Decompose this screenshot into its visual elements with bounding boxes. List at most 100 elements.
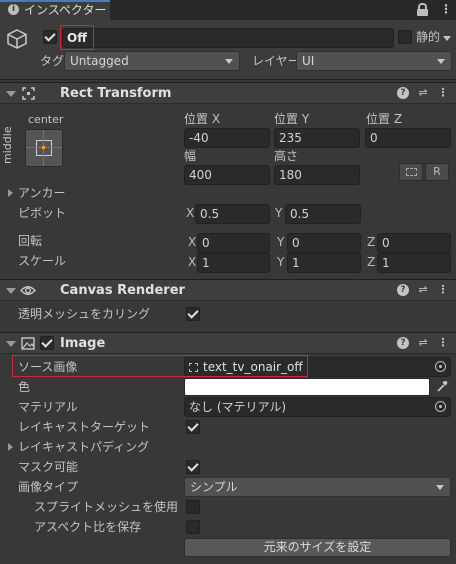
menu-icon[interactable]: ⋮ [437, 284, 449, 296]
tab-title: インスペクター [24, 3, 107, 17]
tab-menu-icon[interactable]: ⋮ [440, 2, 452, 16]
maskable-label: マスク可能 [18, 460, 79, 474]
pivot-x-value: 0.5 [200, 207, 220, 221]
scale-z-field[interactable]: 1 [377, 253, 451, 273]
material-label: マテリアル [18, 400, 78, 414]
cull-transparent-checkbox[interactable] [186, 307, 200, 321]
rect-transform-icon [22, 87, 35, 100]
help-icon[interactable]: ? [397, 337, 409, 349]
raycast-padding-label[interactable]: レイキャストパディング [18, 440, 149, 454]
pivot-y-axis-label: Y [275, 206, 283, 220]
foldout-arrow-icon[interactable] [6, 288, 16, 294]
raycast-target-label: レイキャストターゲット [18, 420, 151, 434]
use-sprite-mesh-checkbox[interactable] [186, 500, 200, 514]
pos-x-label: 位置 X [184, 112, 221, 126]
foldout-arrow-icon[interactable] [6, 341, 16, 347]
image-enabled-checkbox[interactable] [40, 336, 54, 350]
static-checkbox[interactable] [398, 30, 412, 44]
rot-z-axis-label: Z [367, 235, 376, 249]
anchor-presets-button[interactable] [25, 129, 63, 167]
material-value: なし (マテリアル) [189, 400, 287, 414]
highlight-source-image [12, 355, 308, 377]
rect-transform-header[interactable]: Rect Transform ? ⇌ ⋮ [0, 82, 456, 104]
canvas-renderer-header[interactable]: Canvas Renderer ? ⇌ ⋮ [0, 279, 456, 301]
width-value: 400 [189, 168, 212, 182]
set-native-size-label: 元来のサイズを設定 [263, 540, 372, 554]
foldout-arrow-icon[interactable] [6, 91, 16, 97]
scale-y-value: 1 [292, 256, 300, 270]
scale-y-field[interactable]: 1 [287, 253, 361, 273]
raycast-padding-foldout-icon[interactable] [8, 443, 13, 451]
preset-icon[interactable]: ⇌ [417, 337, 429, 349]
highlight-object-name [60, 25, 94, 50]
object-picker-icon[interactable] [435, 361, 446, 372]
tag-dropdown[interactable]: Untagged [64, 51, 240, 71]
menu-icon[interactable]: ⋮ [437, 87, 449, 99]
pivot-x-axis-label: X [186, 206, 195, 220]
anchors-foldout-icon[interactable] [8, 189, 13, 197]
material-field[interactable]: なし (マテリアル) [184, 397, 451, 417]
help-icon[interactable]: ? [397, 87, 409, 99]
maskable-checkbox[interactable] [186, 460, 200, 474]
set-native-size-button[interactable]: 元来のサイズを設定 [184, 538, 451, 557]
pos-x-field[interactable]: -40 [184, 128, 270, 148]
pos-z-field[interactable]: 0 [365, 128, 451, 148]
rect-transform-title: Rect Transform [60, 86, 172, 101]
pivot-y-field[interactable]: 0.5 [285, 204, 361, 224]
menu-icon[interactable]: ⋮ [437, 337, 449, 349]
layer-label: レイヤー [252, 54, 300, 68]
preserve-aspect-checkbox[interactable] [186, 520, 200, 534]
raycast-target-checkbox[interactable] [186, 420, 200, 434]
scale-z-axis-label: Z [367, 255, 376, 269]
static-dropdown-arrow[interactable] [443, 36, 451, 41]
static-label: 静的 [416, 30, 441, 44]
pos-y-field[interactable]: 235 [274, 128, 360, 148]
blueprint-mode-button[interactable] [399, 163, 423, 181]
pos-x-value: -40 [189, 131, 209, 145]
pivot-label: ピボット [18, 206, 67, 220]
help-icon[interactable]: ? [397, 284, 409, 296]
image-type-value: シンプル [190, 480, 238, 494]
cull-transparent-label: 透明メッシュをカリング [18, 307, 151, 321]
chevron-down-icon [436, 485, 444, 490]
layer-value: UI [302, 54, 315, 68]
tab-inspector[interactable]: i インスペクター [0, 0, 110, 20]
chevron-down-icon [437, 59, 445, 64]
color-swatch[interactable] [184, 378, 430, 396]
rotation-label: 回転 [18, 234, 43, 248]
rot-y-field[interactable]: 0 [287, 233, 361, 253]
height-value: 180 [279, 168, 302, 182]
image-component-icon [21, 337, 35, 350]
height-field[interactable]: 180 [274, 165, 360, 185]
color-label: 色 [18, 380, 31, 394]
pivot-x-field[interactable]: 0.5 [195, 204, 270, 224]
width-field[interactable]: 400 [184, 165, 270, 185]
image-header[interactable]: Image ? ⇌ ⋮ [0, 332, 456, 354]
canvas-renderer-title: Canvas Renderer [60, 283, 185, 298]
active-checkbox[interactable] [43, 30, 57, 44]
scale-x-field[interactable]: 1 [197, 253, 270, 273]
image-type-dropdown[interactable]: シンプル [184, 477, 451, 497]
anchors-label[interactable]: アンカー [18, 186, 66, 200]
raw-edit-button[interactable]: R [425, 163, 449, 181]
preset-icon[interactable]: ⇌ [417, 87, 429, 99]
rot-y-value: 0 [292, 236, 300, 250]
scale-x-value: 1 [202, 256, 210, 270]
rot-z-field[interactable]: 0 [377, 233, 451, 253]
object-picker-icon[interactable] [435, 401, 446, 412]
scale-label: スケール [18, 254, 67, 268]
blueprint-icon [406, 168, 417, 176]
object-name-field[interactable]: Off [62, 28, 394, 48]
picker-dot-icon [439, 405, 442, 408]
preset-icon[interactable]: ⇌ [417, 284, 429, 296]
picker-dot-icon [439, 365, 442, 368]
layer-dropdown[interactable]: UI [296, 51, 452, 71]
rot-x-field[interactable]: 0 [197, 233, 270, 253]
pos-z-label: 位置 Z [366, 112, 403, 126]
rot-x-value: 0 [202, 236, 210, 250]
pos-y-label: 位置 Y [274, 112, 310, 126]
eyedropper-icon[interactable] [436, 380, 448, 393]
lock-body-icon [417, 9, 428, 16]
use-sprite-mesh-label: スプライトメッシュを使用 [34, 500, 179, 514]
rot-y-axis-label: Y [277, 235, 285, 249]
